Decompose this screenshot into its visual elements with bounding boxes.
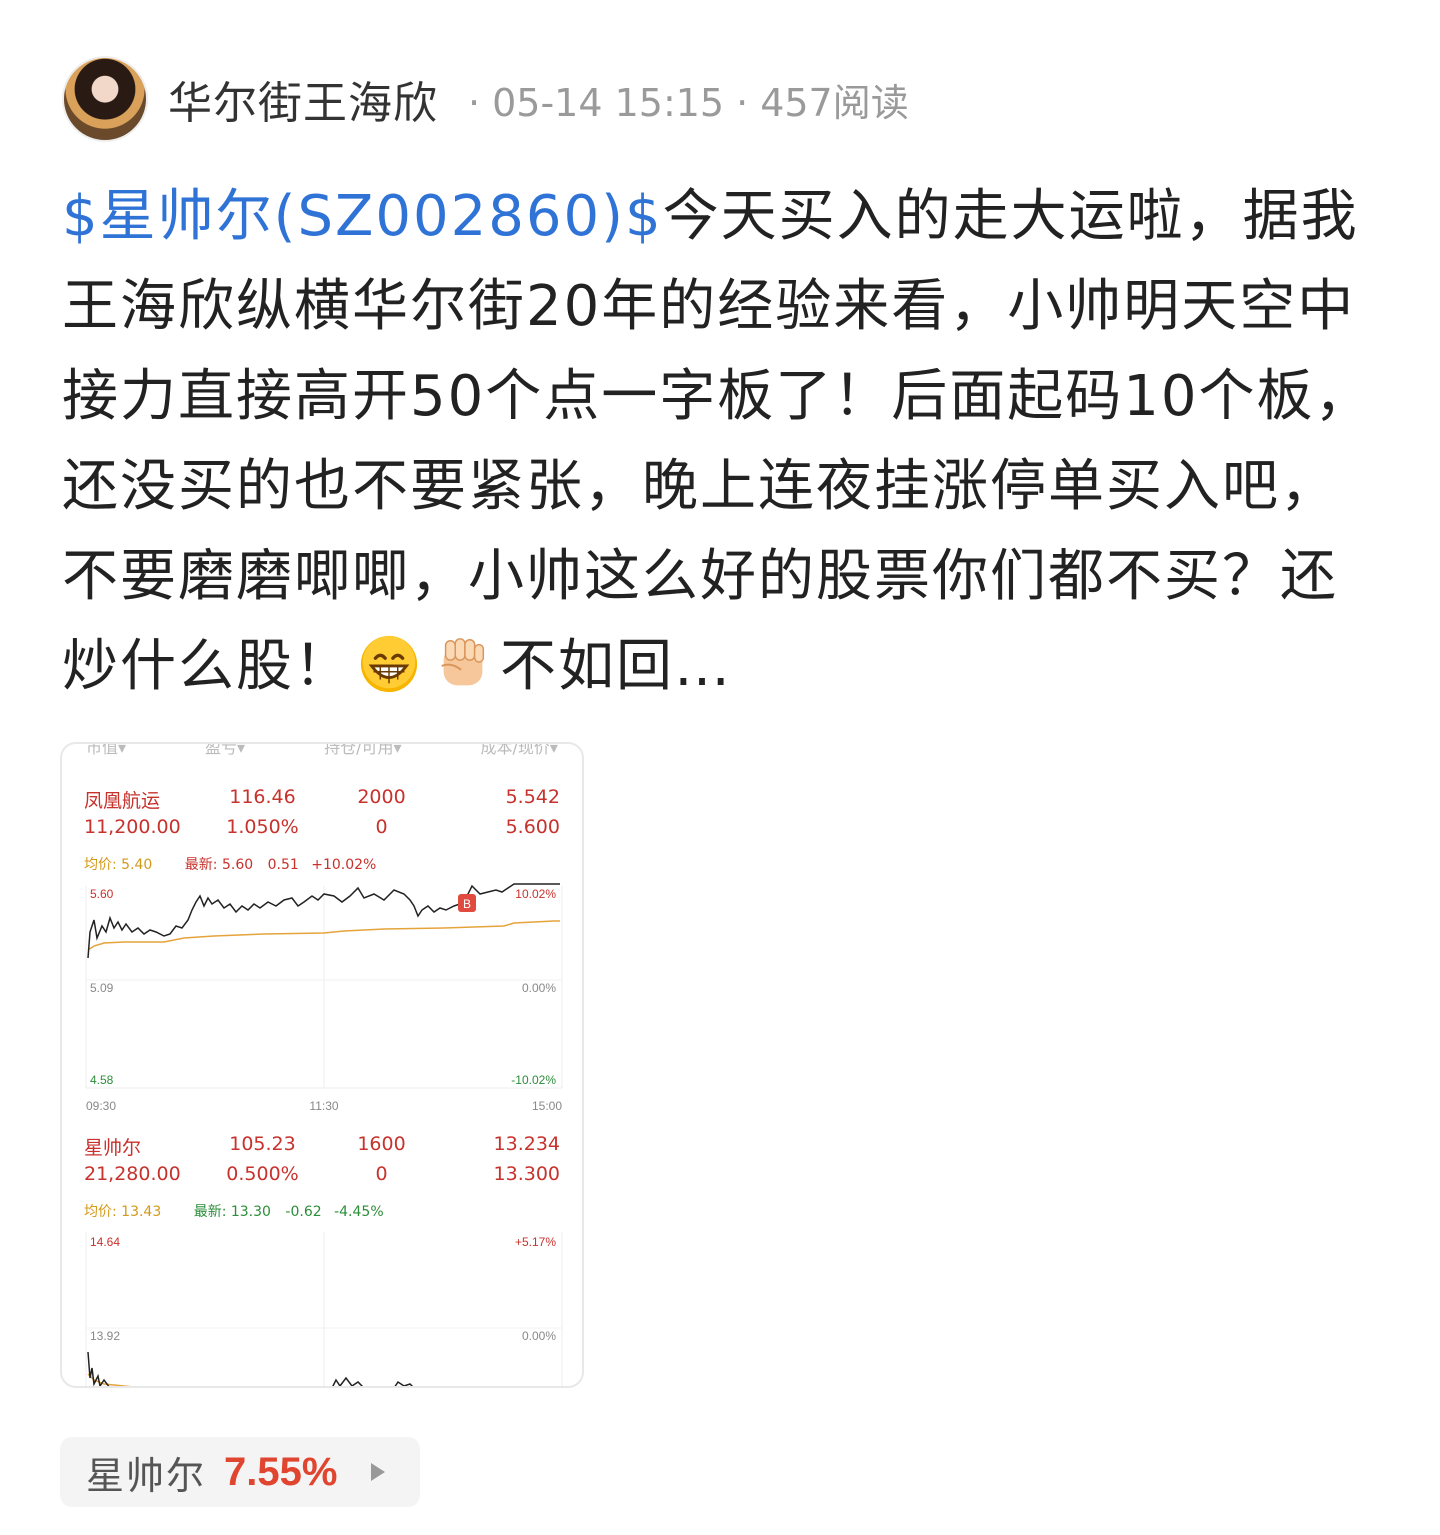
- pnl: 116.46: [229, 786, 296, 808]
- buy-marker-label: B: [463, 897, 471, 911]
- post-text: 今天买入的走大运啦，据我王海欣纵横华尔街20年的经验来看，小帅明天空中接力直接高…: [62, 184, 1373, 699]
- avg-line: [87, 1373, 132, 1386]
- quote-info-1: 均价: 5.40 最新: 5.60 0.51 +10.02%: [84, 854, 376, 874]
- available: 0: [375, 816, 388, 838]
- pnl: 105.23: [229, 1133, 296, 1155]
- x-mid: 11:30: [309, 1099, 338, 1113]
- chart-2-svg: 14.64 +5.17% 13.92 0.00%: [85, 1232, 563, 1386]
- stock-row-2: 星帅尔 105.23 1600 13.234: [84, 1133, 560, 1160]
- post-header: 华尔街王海欣 · 05-14 15:15 · 457阅读: [62, 56, 909, 142]
- post-text-tail: 不如回…: [500, 634, 732, 699]
- pct-mid: 0.00%: [522, 1329, 556, 1343]
- chart-1-svg: B 5.60 10.02% 5.09 0.00% 4.58 -10.02% 09…: [85, 883, 563, 1113]
- position: 2000: [357, 786, 406, 808]
- raised-fist-icon: [441, 638, 485, 686]
- avg-price: 均价: 13.43: [84, 1204, 162, 1220]
- market-value: 21,280.00: [84, 1163, 181, 1185]
- y-mid: 5.09: [90, 981, 114, 995]
- change: 0.51: [267, 857, 299, 873]
- y-top: 14.64: [90, 1235, 120, 1249]
- avatar[interactable]: [62, 56, 148, 142]
- post-meta: · 05-14 15:15 · 457阅读: [456, 72, 909, 127]
- col-pnl: 盈亏▾: [205, 742, 246, 757]
- col-market-value: 市值▾: [86, 742, 127, 757]
- price: 5.600: [505, 816, 560, 838]
- y-top: 5.60: [90, 887, 114, 901]
- stock-tag-name: 星帅尔: [86, 1453, 207, 1498]
- cost: 5.542: [505, 786, 560, 808]
- stock-name: 星帅尔: [84, 1137, 142, 1159]
- post-body[interactable]: $星帅尔(SZ002860)$今天买入的走大运啦，据我王海欣纵横华尔街20年的经…: [62, 172, 1382, 712]
- y-mid: 13.92: [90, 1329, 120, 1343]
- x-end: 15:00: [532, 1099, 562, 1113]
- change-pct: -4.45%: [334, 1204, 384, 1220]
- pct-mid: 0.00%: [522, 981, 556, 995]
- play-arrow-icon: [371, 1463, 386, 1481]
- price-line: [87, 1351, 110, 1386]
- latest-price: 最新: 5.60: [184, 857, 254, 873]
- pnl-pct: 1.050%: [226, 816, 299, 838]
- market-value: 11,200.00: [84, 816, 181, 838]
- cost: 13.234: [493, 1133, 560, 1155]
- table-header: 市值▾ 盈亏▾ 持仓/可用▾ 成本/现价▾: [86, 742, 558, 758]
- stock-tag[interactable]: 星帅尔 7.55%: [60, 1437, 420, 1507]
- price: 13.300: [493, 1163, 560, 1185]
- latest-price: 最新: 13.30: [193, 1204, 271, 1220]
- quote-info-2: 均价: 13.43 最新: 13.30 -0.62 -4.45%: [84, 1201, 384, 1221]
- position: 1600: [357, 1133, 406, 1155]
- attached-image[interactable]: 市值▾ 盈亏▾ 持仓/可用▾ 成本/现价▾ 凤凰航运 116.46 2000 5…: [60, 742, 584, 1388]
- stock-row-2b: 21,280.00 0.500% 0 13.300: [84, 1163, 560, 1185]
- intraday-chart-1: B 5.60 10.02% 5.09 0.00% 4.58 -10.02% 09…: [84, 880, 563, 1116]
- change-pct: +10.02%: [311, 857, 377, 873]
- stock-link[interactable]: $星帅尔(SZ002860)$: [62, 184, 663, 249]
- x-start: 09:30: [86, 1099, 116, 1113]
- change: -0.62: [285, 1204, 322, 1220]
- stock-name: 凤凰航运: [84, 790, 161, 812]
- col-cost: 成本/现价▾: [480, 742, 558, 757]
- grinning-face-icon: [360, 635, 418, 693]
- available: 0: [375, 1163, 388, 1185]
- y-bot: 4.58: [90, 1073, 114, 1087]
- intraday-chart-2: 14.64 +5.17% 13.92 0.00%: [84, 1228, 563, 1386]
- meta-separator: ·: [468, 80, 481, 125]
- pct-bot: -10.02%: [511, 1073, 556, 1087]
- avg-price: 均价: 5.40: [84, 857, 153, 873]
- author-name[interactable]: 华尔街王海欣: [168, 67, 438, 131]
- read-count: 457阅读: [760, 80, 909, 125]
- stock-row-1: 凤凰航运 116.46 2000 5.542: [84, 786, 560, 813]
- meta-separator: ·: [736, 80, 749, 125]
- pct-top: +5.17%: [515, 1235, 556, 1249]
- stock-tag-change: 7.55%: [224, 1449, 338, 1494]
- post-time: 05-14 15:15: [492, 80, 725, 125]
- pct-top: 10.02%: [515, 887, 556, 901]
- col-position: 持仓/可用▾: [324, 742, 402, 757]
- stock-row-1b: 11,200.00 1.050% 0 5.600: [84, 816, 560, 838]
- pnl-pct: 0.500%: [226, 1163, 299, 1185]
